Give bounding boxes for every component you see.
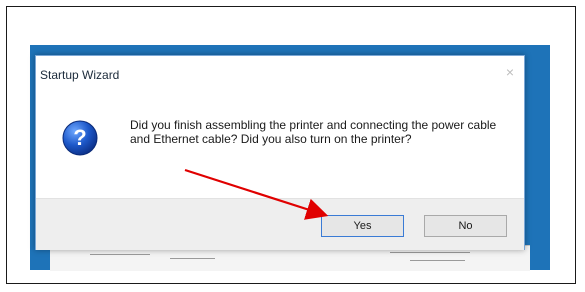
- no-button[interactable]: No: [424, 215, 507, 237]
- svg-text:?: ?: [73, 125, 86, 150]
- dialog-body: ? Did you finish assembling the printer …: [36, 90, 524, 198]
- dialog-titlebar: Startup Wizard ×: [36, 56, 524, 90]
- dialog-title: Startup Wizard: [40, 68, 120, 82]
- dialog-button-bar: Yes No: [36, 198, 524, 250]
- dialog-message: Did you finish assembling the printer an…: [130, 118, 497, 146]
- yes-button[interactable]: Yes: [321, 215, 404, 237]
- question-icon: ?: [62, 120, 98, 156]
- close-icon[interactable]: ×: [506, 64, 514, 80]
- startup-wizard-dialog: Startup Wizard × ? Did you finish assemb…: [35, 55, 525, 250]
